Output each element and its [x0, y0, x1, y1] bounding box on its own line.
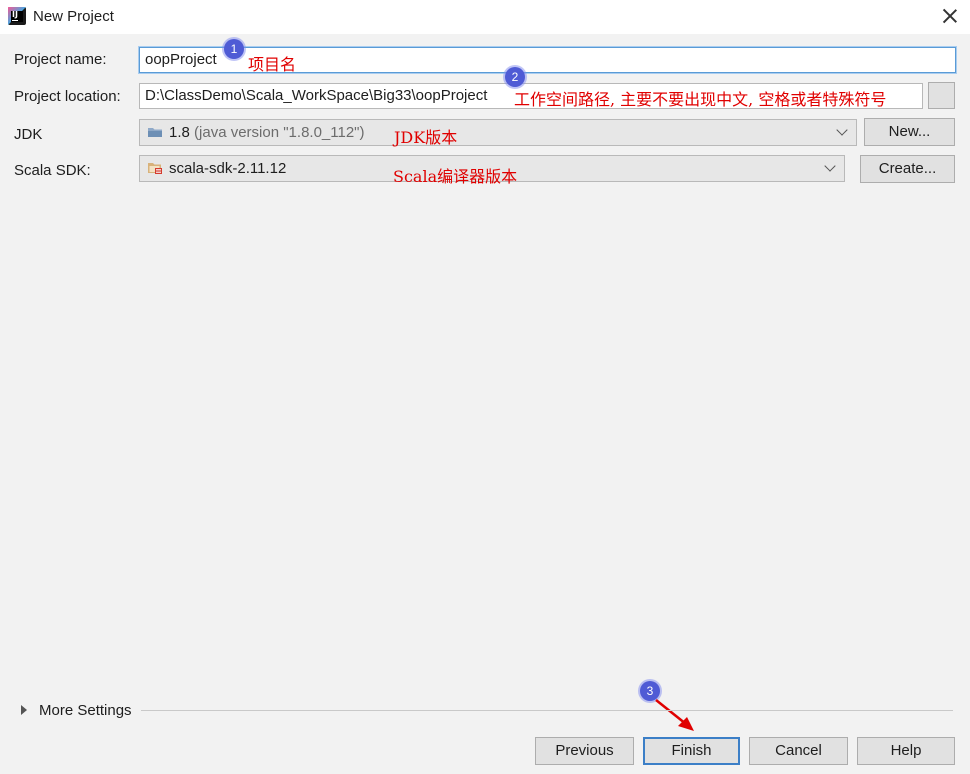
chevron-down-icon	[824, 160, 836, 172]
finish-button[interactable]: Finish	[643, 737, 740, 765]
cancel-button[interactable]: Cancel	[749, 737, 848, 765]
scala-sdk-value: scala-sdk-2.11.12	[169, 160, 287, 177]
project-name-value: oopProject	[145, 51, 217, 68]
library-icon	[148, 163, 162, 174]
browse-button[interactable]	[928, 82, 955, 109]
annotation-badge-1: 1	[224, 39, 244, 59]
triangle-right-icon[interactable]	[21, 705, 27, 715]
title-bar: New Project	[0, 0, 970, 34]
separator	[141, 710, 953, 711]
red-arrow	[655, 699, 694, 731]
chevron-down-icon	[836, 124, 848, 136]
project-name-label: Project name:	[14, 51, 107, 68]
previous-button[interactable]: Previous	[535, 737, 634, 765]
help-button[interactable]: Help	[857, 737, 955, 765]
scala-create-button[interactable]: Create...	[860, 155, 955, 183]
jdk-detail: (java version "1.8.0_112")	[194, 124, 365, 141]
folder-icon	[148, 128, 162, 137]
annotation-scala: Scala编译器版本	[393, 167, 518, 186]
project-location-value: D:\ClassDemo\Scala_WorkSpace\Big33\oopPr…	[145, 87, 488, 104]
jdk-version: 1.8	[169, 124, 190, 141]
window-title: New Project	[33, 8, 114, 25]
jdk-select[interactable]: 1.8 (java version "1.8.0_112")	[139, 119, 857, 146]
close-icon[interactable]	[938, 4, 962, 28]
annotation-jdk: JDK版本	[394, 128, 458, 147]
annotation-badge-2: 2	[505, 67, 525, 87]
jdk-label: JDK	[14, 126, 43, 143]
more-settings-toggle[interactable]: More Settings	[39, 702, 132, 719]
annotation-location: 工作空间路径, 主要不要出现中文, 空格或者特殊符号	[514, 90, 887, 109]
scala-sdk-label: Scala SDK:	[14, 162, 91, 179]
annotation-project-name: 项目名	[248, 55, 297, 74]
project-location-label: Project location:	[14, 88, 121, 105]
intellij-icon	[8, 7, 26, 25]
jdk-new-button[interactable]: New...	[864, 118, 955, 146]
